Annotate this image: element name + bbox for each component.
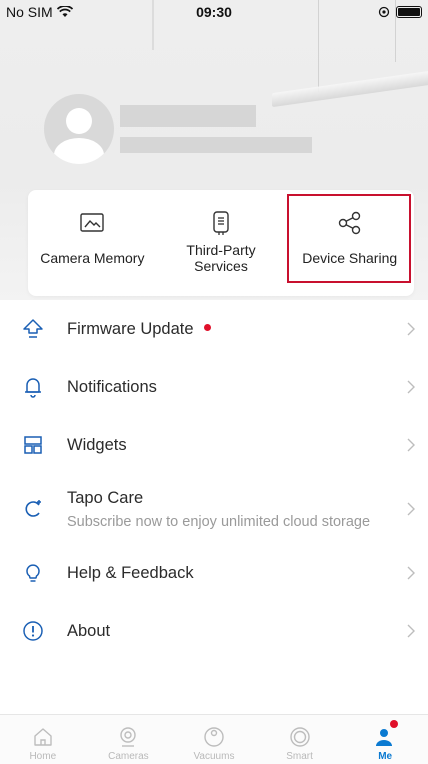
settings-menu: Firmware Update Notifications Widgets Ta… <box>0 300 428 660</box>
smart-icon <box>289 727 310 747</box>
menu-item-help-feedback[interactable]: Help & Feedback <box>0 544 428 602</box>
tapo-care-label: Tapo Care <box>67 488 144 507</box>
battery-icon <box>396 6 422 18</box>
status-bar: No SIM 09:30 <box>0 0 428 26</box>
camera-memory-label: Camera Memory <box>40 250 145 266</box>
chevron-right-icon <box>407 380 415 394</box>
tab-vacuums-label: Vacuums <box>193 751 235 762</box>
third-party-services-icon <box>213 211 229 235</box>
firmware-update-text: Firmware Update <box>67 319 194 338</box>
menu-item-about[interactable]: About <box>0 602 428 660</box>
widgets-label: Widgets <box>67 435 127 454</box>
vacuum-icon <box>204 727 224 747</box>
avatar-shoulders <box>54 138 104 164</box>
home-icon <box>34 728 52 746</box>
menu-item-notifications[interactable]: Notifications <box>0 358 428 416</box>
tapo-care-icon <box>25 500 41 517</box>
tab-cameras[interactable]: Cameras <box>86 715 172 764</box>
tab-home-label: Home <box>29 751 57 762</box>
menu-item-tapo-care[interactable]: Tapo Care Subscribe now to enjoy unlimit… <box>0 474 428 544</box>
tab-smart-label: Smart <box>286 751 313 762</box>
chevron-right-icon <box>407 322 415 336</box>
help-feedback-label: Help & Feedback <box>67 563 194 582</box>
tapo-care-subtitle: Subscribe now to enjoy unlimited cloud s… <box>67 513 371 530</box>
camera-icon <box>120 727 137 747</box>
tab-me[interactable]: Me <box>342 715 428 764</box>
notifications-label: Notifications <box>67 377 157 396</box>
lightbulb-icon <box>26 564 40 582</box>
tab-smart[interactable]: Smart <box>257 715 343 764</box>
screen-lock-icon <box>378 6 390 18</box>
widgets-icon <box>24 436 42 454</box>
ceiling-lamp <box>272 70 428 108</box>
firmware-update-label: Firmware Update <box>67 320 211 339</box>
bell-icon <box>25 378 41 398</box>
chevron-right-icon <box>407 624 415 638</box>
device-sharing-highlight <box>287 194 411 283</box>
avatar[interactable] <box>44 94 114 164</box>
tab-me-label: Me <box>378 751 393 762</box>
update-badge <box>203 323 211 331</box>
upload-arrow-icon <box>23 319 43 338</box>
tab-cameras-label: Cameras <box>108 751 149 762</box>
about-label: About <box>67 621 111 640</box>
camera-memory-button[interactable]: Camera Memory <box>28 190 157 296</box>
menu-item-firmware-update[interactable]: Firmware Update <box>0 300 428 358</box>
chevron-right-icon <box>407 566 415 580</box>
info-icon <box>23 621 43 641</box>
status-right <box>378 6 422 18</box>
chevron-right-icon <box>407 502 415 516</box>
chevron-right-icon <box>407 438 415 452</box>
menu-item-widgets[interactable]: Widgets <box>0 416 428 474</box>
account-name-placeholder <box>120 105 256 127</box>
bottom-tab-bar: Home Cameras Vacuums Smart Me <box>0 714 428 764</box>
tab-home[interactable]: Home <box>0 715 86 764</box>
third-party-services-label: Third-Party Services <box>186 242 256 274</box>
camera-memory-icon <box>80 213 105 232</box>
account-email-placeholder <box>120 137 312 153</box>
me-icon <box>376 729 393 746</box>
tapo-care-text: Tapo Care Subscribe now to enjoy unlimit… <box>67 489 370 530</box>
tab-vacuums[interactable]: Vacuums <box>171 715 257 764</box>
avatar-head <box>66 108 92 134</box>
status-time: 09:30 <box>196 4 232 20</box>
third-party-services-button[interactable]: Third-Party Services <box>157 190 286 296</box>
